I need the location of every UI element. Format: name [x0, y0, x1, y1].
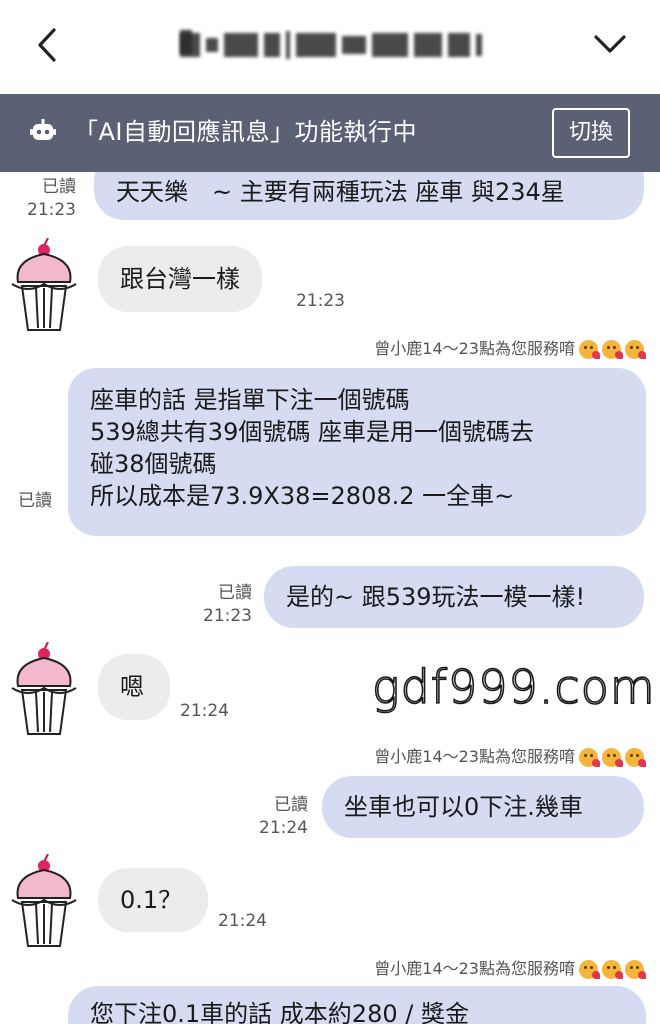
- kiss-emoji-icon: [579, 339, 600, 359]
- cupcake-avatar[interactable]: [8, 238, 80, 334]
- message-time: 21:23: [296, 291, 345, 311]
- message-bubble-outgoing[interactable]: 座車的話 是指單下注一個號碼 539總共有39個號碼 座車是用一個號碼去 碰38…: [68, 368, 646, 536]
- watermark: gdf999.com: [371, 659, 656, 715]
- expand-menu-button[interactable]: [588, 22, 632, 66]
- kiss-emoji-icon: [602, 959, 623, 979]
- read-status: 已讀 21:24: [259, 795, 308, 838]
- robot-icon: [30, 119, 56, 140]
- message-bubble-outgoing[interactable]: 您下注0.1車的話 成本約280 / 獎金: [68, 986, 646, 1024]
- agent-signature: 曾小鹿14～23點為您服務唷: [374, 958, 646, 980]
- chevron-down-icon: [594, 35, 626, 53]
- cupcake-avatar[interactable]: [8, 854, 80, 950]
- message-bubble-incoming[interactable]: 0.1？: [98, 868, 208, 932]
- message-bubble-incoming[interactable]: 嗯: [98, 654, 170, 720]
- message-list[interactable]: 已讀 21:23 天天樂 ~ 主要有兩種玩法 座車 與234星 跟台灣一樣 21…: [0, 172, 660, 1024]
- read-status: 已讀 21:23: [27, 177, 76, 220]
- message-time: 21:24: [180, 701, 229, 721]
- chat-header: (blurred contact name): [0, 0, 660, 92]
- chat-title: (blurred contact name): [180, 30, 510, 60]
- kiss-emoji-icon: [602, 339, 623, 359]
- message-time: 21:24: [218, 911, 267, 931]
- kiss-emoji-icon: [602, 747, 623, 767]
- kiss-emoji-icon: [625, 747, 646, 767]
- switch-button[interactable]: 切換: [552, 108, 630, 158]
- agent-signature: 曾小鹿14～23點為您服務唷: [374, 746, 646, 768]
- agent-signature: 曾小鹿14～23點為您服務唷: [374, 338, 646, 360]
- message-bubble-outgoing[interactable]: 天天樂 ~ 主要有兩種玩法 座車 與234星: [94, 172, 644, 220]
- kiss-emoji-icon: [579, 747, 600, 767]
- kiss-emoji-icon: [625, 959, 646, 979]
- read-status: 已讀: [18, 491, 52, 511]
- chevron-left-icon: [38, 28, 56, 62]
- read-status: 已讀 21:23: [203, 583, 252, 626]
- message-bubble-outgoing[interactable]: 坐車也可以0下注.幾車: [322, 776, 644, 838]
- kiss-emoji-icon: [579, 959, 600, 979]
- back-button[interactable]: [28, 22, 68, 66]
- message-bubble-outgoing[interactable]: 是的~ 跟539玩法一模一樣!: [264, 566, 644, 628]
- kiss-emoji-icon: [625, 339, 646, 359]
- cupcake-avatar[interactable]: [8, 642, 80, 738]
- message-bubble-incoming[interactable]: 跟台灣一樣: [98, 246, 262, 312]
- banner-text: 「AI自動回應訊息」功能執行中: [74, 118, 417, 146]
